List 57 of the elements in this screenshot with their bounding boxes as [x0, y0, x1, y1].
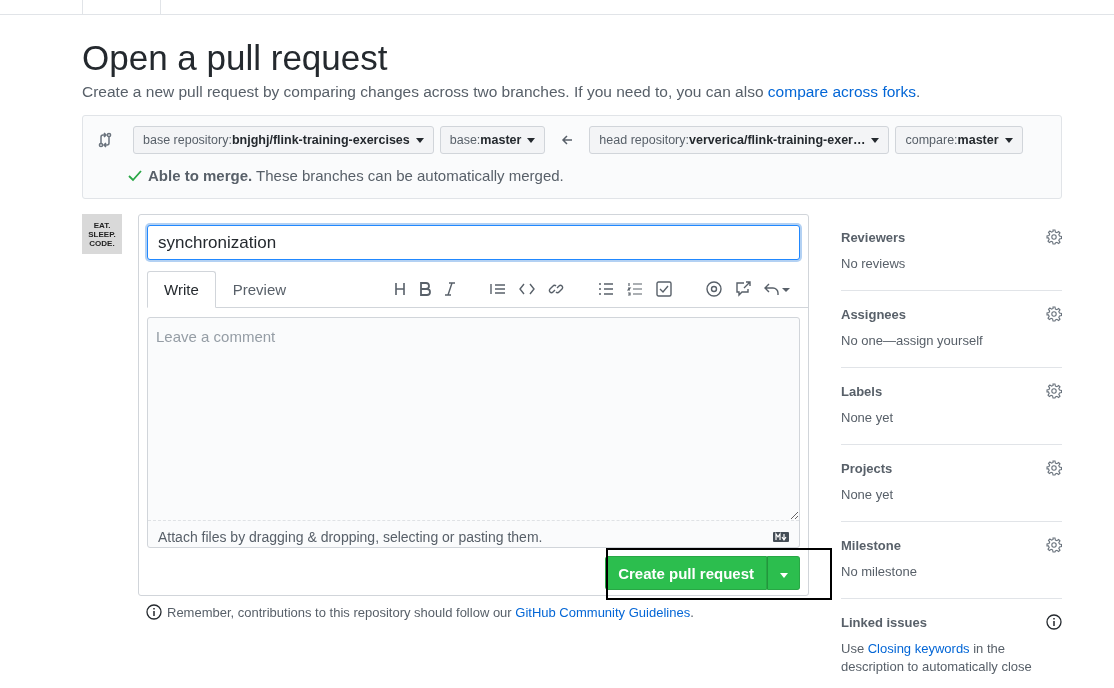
avatar-text: CODE.: [89, 238, 115, 248]
editor-tab[interactable]: Write: [147, 271, 216, 308]
settings-icon[interactable]: [1046, 460, 1062, 476]
compare-icon: [98, 132, 112, 148]
settings-icon[interactable]: [1046, 383, 1062, 399]
merge-status: Able to merge. These branches can be automatically merged.: [148, 167, 564, 184]
avatar-text: SLEEP.: [88, 229, 116, 239]
settings-icon[interactable]: [1046, 537, 1062, 553]
quote-icon[interactable]: [490, 282, 506, 296]
attach-files-note: Attach files by dragging & dropping, selecting or pasting them.: [158, 529, 543, 545]
settings-icon[interactable]: [1046, 306, 1062, 322]
info-icon[interactable]: [1046, 614, 1062, 630]
sidebar-heading[interactable]: Labels: [841, 383, 883, 399]
sidebar-value: Use Closing keywords in the description to automatically close: [841, 640, 1033, 676]
numbered-list-icon[interactable]: [627, 282, 643, 296]
sidebar-heading[interactable]: Milestone: [841, 537, 901, 553]
branch-selector[interactable]: head repository:ververica/flink-training-exer…: [589, 126, 890, 154]
sidebar-value: None yet: [841, 486, 895, 504]
title-input-field[interactable]: synchronization: [147, 225, 800, 260]
sidebar-heading[interactable]: Linked issues: [841, 614, 927, 630]
sidebar-value: No reviews: [841, 255, 907, 273]
branch-selector[interactable]: compare:master: [895, 126, 1023, 154]
left-arrow-icon: [561, 134, 574, 146]
page-subtitle: Create a new pull request by comparing changes across two branches. If you need to, you can also compare across forks.: [82, 83, 922, 101]
caret-icon: [415, 137, 424, 143]
sidebar-heading[interactable]: Assignees: [841, 306, 907, 322]
sidebar-heading[interactable]: Reviewers: [841, 229, 906, 245]
bold-icon[interactable]: [419, 282, 431, 296]
italic-icon[interactable]: [444, 282, 456, 296]
markdown-icon: [773, 532, 789, 542]
sidebar-value: No milestone: [841, 563, 918, 581]
caret-icon: [779, 572, 788, 578]
task-list-icon[interactable]: [656, 281, 672, 297]
editor-tab[interactable]: Preview: [215, 271, 304, 308]
sidebar-heading[interactable]: Projects: [841, 460, 893, 476]
heading-icon[interactable]: [394, 282, 406, 296]
closing-keywords-link[interactable]: Closing keywords: [867, 641, 970, 656]
page-title: Open a pull request: [82, 37, 389, 79]
code-icon[interactable]: [519, 283, 535, 295]
sidebar-value: None yet: [841, 409, 895, 427]
check-icon: [128, 169, 142, 182]
compare-forks-link[interactable]: compare across forks: [767, 83, 916, 100]
settings-icon[interactable]: [1046, 229, 1062, 245]
guidelines-note: Remember, contributions to this repository should follow our GitHub Community Guidelines.: [167, 604, 694, 620]
mention-icon[interactable]: [706, 281, 722, 297]
comment-area[interactable]: Leave a comment Attach files by dragging & dropping, selecting or pasting them.: [147, 317, 800, 548]
branch-selector[interactable]: base:master: [439, 126, 546, 154]
caret-icon: [1004, 137, 1013, 143]
info-icon: [146, 604, 162, 620]
sidebar-value: No one—assign yourself: [841, 332, 984, 350]
caret-icon: [527, 137, 536, 143]
avatar-text: EAT.: [93, 220, 111, 230]
branch-selector[interactable]: base repository:bnjghj/flink-training-exercises: [133, 126, 434, 154]
reference-icon[interactable]: [735, 281, 751, 297]
caret-icon: [871, 137, 880, 143]
reply-icon[interactable]: [764, 282, 790, 296]
bulleted-list-icon[interactable]: [598, 282, 614, 296]
